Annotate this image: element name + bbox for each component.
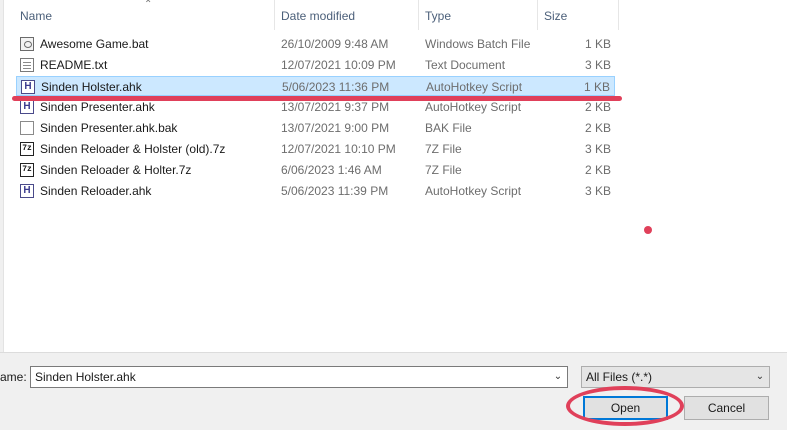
file-row[interactable]: 7z Sinden Reloader & Holter.7z 6/06/2023… <box>16 160 615 180</box>
file-row-selected[interactable]: H Sinden Holster.ahk 5/06/2023 11:36 PM … <box>16 76 615 96</box>
7z-archive-icon: 7z <box>20 142 34 156</box>
file-type: AutoHotkey Script <box>426 80 523 94</box>
7z-archive-icon: 7z <box>20 163 34 177</box>
filter-value: All Files (*.*) <box>586 370 653 384</box>
column-date-modified[interactable]: Date modified <box>281 0 419 30</box>
column-size[interactable]: Size <box>544 0 619 30</box>
file-name: Sinden Holster.ahk <box>41 80 142 94</box>
file-date: 5/06/2023 11:36 PM <box>282 80 390 94</box>
file-name: README.txt <box>40 58 108 72</box>
file-type: 7Z File <box>425 163 462 177</box>
file-row[interactable]: 7z Sinden Reloader & Holster (old).7z 12… <box>16 139 615 159</box>
file-type: Windows Batch File <box>425 37 531 51</box>
filename-input[interactable]: Sinden Holster.ahk ⌄ <box>30 366 568 388</box>
autohotkey-file-icon: H <box>20 100 34 114</box>
file-size: 3 KB <box>584 58 611 72</box>
file-row[interactable]: Awesome Game.bat 26/10/2009 9:48 AM Wind… <box>16 34 615 54</box>
column-type[interactable]: Type <box>425 0 538 30</box>
file-size: 3 KB <box>584 142 611 156</box>
file-type: Text Document <box>425 58 506 72</box>
file-size: 1 KB <box>583 80 610 94</box>
file-type: 7Z File <box>425 142 462 156</box>
file-type-filter-select[interactable]: All Files (*.*) ⌄ <box>581 366 770 388</box>
file-row[interactable]: H Sinden Reloader.ahk 5/06/2023 11:39 PM… <box>16 181 615 201</box>
batch-file-icon <box>20 37 34 51</box>
file-type: BAK File <box>425 121 472 135</box>
text-file-icon <box>20 58 34 72</box>
file-date: 12/07/2021 10:10 PM <box>281 142 396 156</box>
file-date: 5/06/2023 11:39 PM <box>281 184 389 198</box>
chevron-down-icon[interactable]: ⌄ <box>548 367 567 387</box>
red-underline-annotation <box>12 96 622 101</box>
file-row[interactable]: Sinden Presenter.ahk.bak 13/07/2021 9:00… <box>16 118 615 138</box>
red-dot-annotation <box>644 226 652 234</box>
file-row[interactable]: README.txt 12/07/2021 10:09 PM Text Docu… <box>16 55 615 75</box>
chevron-down-icon[interactable]: ⌄ <box>751 367 769 387</box>
autohotkey-file-icon: H <box>20 184 34 198</box>
left-pane-edge <box>0 0 4 352</box>
file-name: Sinden Reloader.ahk <box>40 184 152 198</box>
file-date: 13/07/2021 9:00 PM <box>281 121 390 135</box>
file-date: 26/10/2009 9:48 AM <box>281 37 389 51</box>
column-name[interactable]: Name <box>20 0 275 30</box>
file-size: 3 KB <box>584 184 611 198</box>
file-name: Sinden Reloader & Holter.7z <box>40 163 192 177</box>
column-header: ⌃ Name Date modified Type Size <box>4 0 624 30</box>
red-circle-annotation <box>566 386 684 426</box>
file-size: 2 KB <box>584 121 611 135</box>
generic-file-icon <box>20 121 34 135</box>
file-date: 6/06/2023 1:46 AM <box>281 163 382 177</box>
autohotkey-file-icon: H <box>21 80 35 94</box>
file-size: 2 KB <box>584 163 611 177</box>
file-type: AutoHotkey Script <box>425 184 522 198</box>
file-name: Sinden Reloader & Holster (old).7z <box>40 142 226 156</box>
filename-value: Sinden Holster.ahk <box>35 370 136 384</box>
file-name: Sinden Presenter.ahk.bak <box>40 121 178 135</box>
file-name: Awesome Game.bat <box>40 37 149 51</box>
file-date: 12/07/2021 10:09 PM <box>281 58 396 72</box>
cancel-button[interactable]: Cancel <box>684 396 769 420</box>
filename-label: ame: <box>0 370 27 384</box>
file-size: 1 KB <box>584 37 611 51</box>
